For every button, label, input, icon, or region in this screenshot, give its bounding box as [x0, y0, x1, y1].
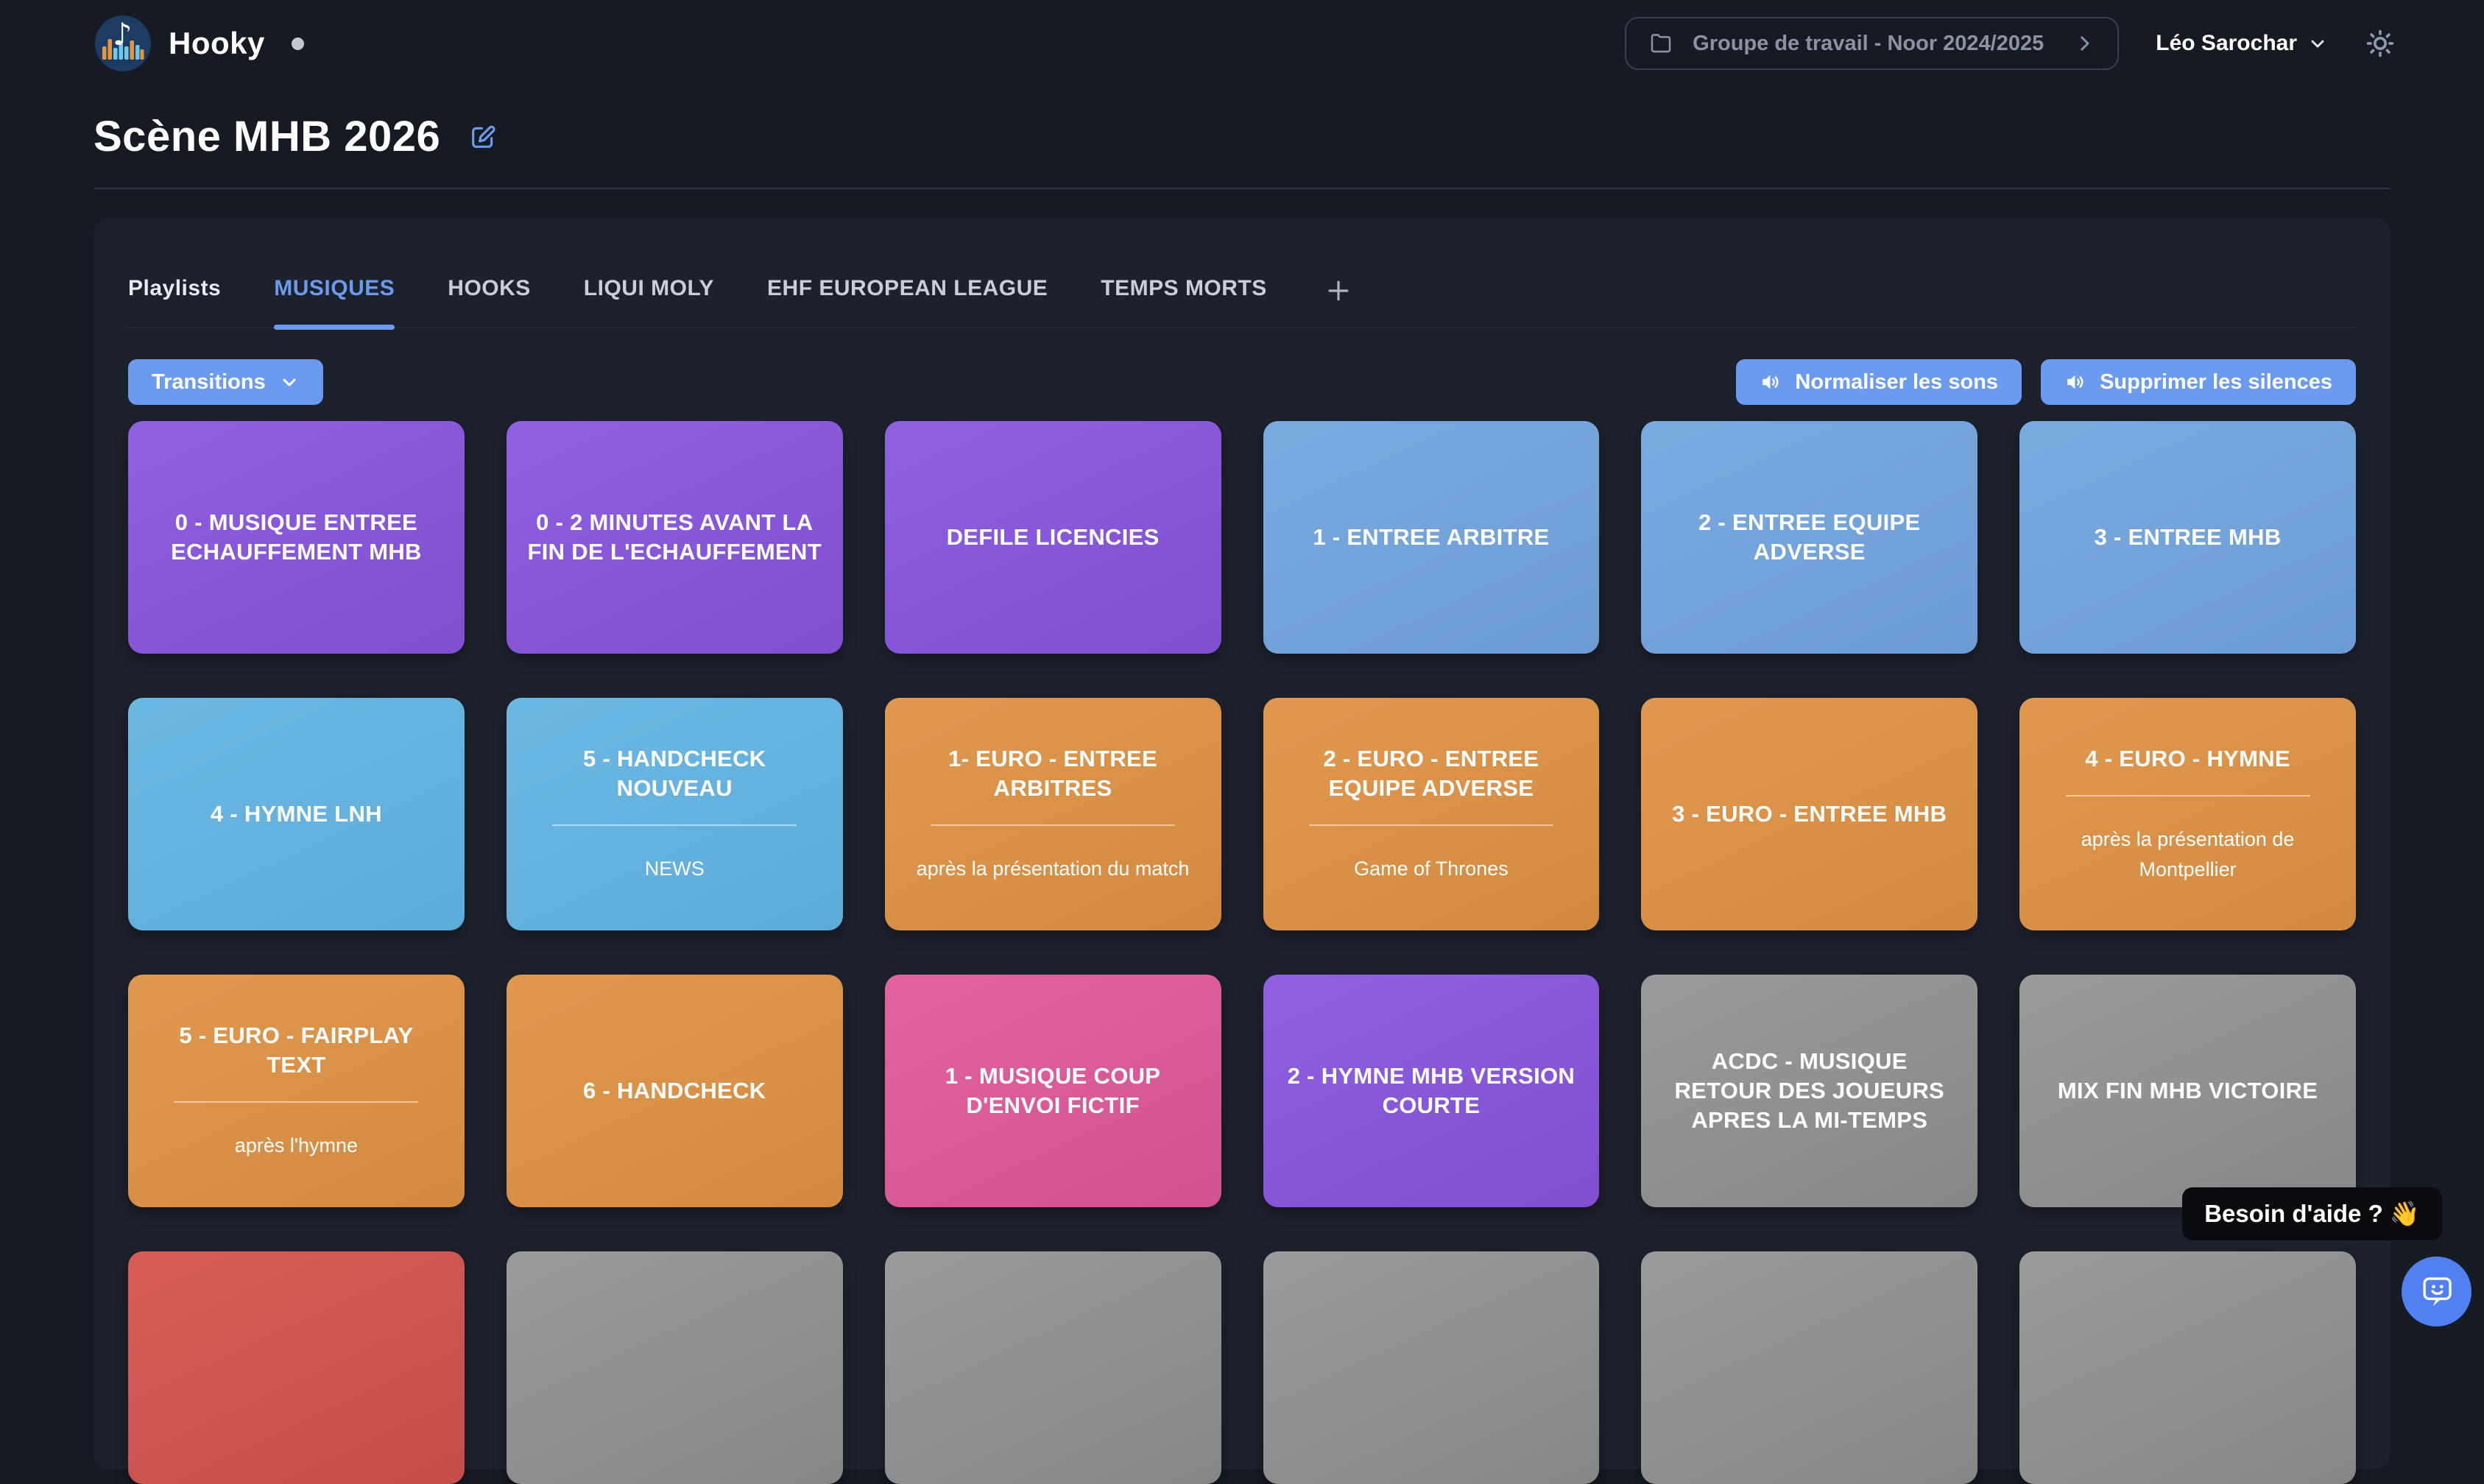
tile-title: 5 - HANDCHECK NOUVEAU — [526, 744, 824, 802]
tile-divider — [552, 824, 797, 826]
music-tile[interactable]: 1 - ENTREE ARBITRE — [1263, 421, 1600, 654]
page-title: Scène MHB 2026 — [93, 112, 440, 161]
svg-text:♪: ♪ — [113, 16, 133, 52]
app-name: Hooky — [169, 26, 265, 61]
user-menu[interactable]: Léo Sarochar — [2156, 31, 2328, 56]
music-tile[interactable] — [885, 1251, 1221, 1484]
tile-title: 3 - EURO - ENTREE MHB — [1672, 799, 1947, 829]
remove-silences-button[interactable]: Supprimer les silences — [2041, 359, 2356, 405]
tile-title: MIX FIN MHB VICTOIRE — [2058, 1076, 2318, 1106]
tile-divider — [1309, 824, 1553, 826]
music-tile[interactable]: 1- EURO - ENTREE ARBITRES après la présen… — [885, 698, 1221, 930]
tile-subtitle: après la présentation de Montpellier — [2039, 824, 2337, 884]
tile-divider — [2066, 795, 2310, 796]
tab-ehf-european-league[interactable]: EHF EUROPEAN LEAGUE — [767, 274, 1048, 327]
music-tile[interactable] — [128, 1251, 465, 1484]
music-tile[interactable]: MIX FIN MHB VICTOIRE — [2019, 975, 2356, 1207]
edit-icon — [468, 122, 498, 152]
folder-icon — [1648, 31, 1673, 56]
normalize-sounds-button[interactable]: Normaliser les sons — [1736, 359, 2022, 405]
tab-playlists[interactable]: Playlists — [128, 274, 221, 327]
music-tile[interactable]: 3 - EURO - ENTREE MHB — [1641, 698, 1977, 930]
header-right: Groupe de travail - Noor 2024/2025 Léo S… — [1625, 17, 2396, 70]
music-tile[interactable] — [507, 1251, 843, 1484]
tab-temps-morts[interactable]: TEMPS MORTS — [1101, 274, 1267, 327]
music-tile[interactable]: 5 - EURO - FAIRPLAY TEXT après l'hymne — [128, 975, 465, 1207]
speaker-icon — [1760, 371, 1782, 393]
user-name: Léo Sarochar — [2156, 31, 2297, 56]
playlist-card: Playlists MUSIQUES HOOKS LIQUI MOLY EHF EURO… — [93, 218, 2391, 1469]
header: ♪ Hooky Groupe de travail - Noor 2024/20… — [0, 0, 2484, 87]
music-tile[interactable]: 2 - HYMNE MHB VERSION COURTE — [1263, 975, 1600, 1207]
music-tile[interactable]: 3 - ENTREE MHB — [2019, 421, 2356, 654]
help-tooltip: Besoin d'aide ? 👋 — [2182, 1187, 2442, 1240]
tile-subtitle: après la présentation du match — [917, 854, 1190, 884]
transitions-label: Transitions — [152, 370, 266, 395]
tabs: Playlists MUSIQUES HOOKS LIQUI MOLY EHF EURO… — [128, 218, 2356, 328]
transitions-button[interactable]: Transitions — [128, 359, 323, 405]
tile-title: 5 - EURO - FAIRPLAY TEXT — [147, 1021, 445, 1079]
title-divider — [93, 188, 2391, 189]
workgroup-label: Groupe de travail - Noor 2024/2025 — [1693, 32, 2044, 56]
tile-title: 2 - EURO - ENTREE EQUIPE ADVERSE — [1282, 744, 1581, 802]
tile-subtitle: NEWS — [645, 854, 705, 884]
tile-title: 2 - ENTREE EQUIPE ADVERSE — [1660, 508, 1958, 566]
music-tile[interactable] — [2019, 1251, 2356, 1484]
presence-dot — [292, 38, 304, 50]
music-tile[interactable]: 0 - 2 MINUTES AVANT LA FIN DE L'ECHAUFFE… — [507, 421, 843, 654]
music-tile[interactable]: 4 - EURO - HYMNE après la présentation de… — [2019, 698, 2356, 930]
tile-title: 1 - ENTREE ARBITRE — [1313, 523, 1549, 552]
title-row: Scène MHB 2026 — [93, 112, 2484, 161]
music-tile[interactable]: 5 - HANDCHECK NOUVEAU NEWS — [507, 698, 843, 930]
toolbar-right: Normaliser les sons Supprimer les silenc… — [1736, 359, 2356, 405]
music-tile-grid: 0 - MUSIQUE ENTREE ECHAUFFEMENT MHB 0 - 2… — [128, 421, 2356, 1484]
tab-liqui-moly[interactable]: LIQUI MOLY — [584, 274, 714, 327]
app-root: { "header": { "app_name": "Hooky", "work… — [0, 0, 2484, 1347]
normalize-label: Normaliser les sons — [1795, 370, 1998, 395]
tile-divider — [931, 824, 1175, 826]
tile-title: 4 - EURO - HYMNE — [2085, 744, 2290, 774]
add-tab-button[interactable] — [1324, 277, 1352, 327]
tab-hooks[interactable]: HOOKS — [448, 274, 531, 327]
music-tile[interactable]: 0 - MUSIQUE ENTREE ECHAUFFEMENT MHB — [128, 421, 465, 654]
tile-subtitle: Game of Thrones — [1354, 854, 1509, 884]
chevron-down-icon — [2307, 33, 2328, 54]
chevron-right-icon — [2073, 32, 2095, 54]
hooky-logo-icon: ♪ — [93, 14, 152, 73]
tile-title: 1 - MUSIQUE COUP D'ENVOI FICTIF — [904, 1061, 1202, 1120]
music-tile[interactable]: 4 - HYMNE LNH — [128, 698, 465, 930]
tile-title: 6 - HANDCHECK — [583, 1076, 766, 1106]
edit-title-button[interactable] — [468, 122, 498, 152]
chevron-down-icon — [279, 372, 300, 392]
music-tile[interactable]: DEFILE LICENCIES — [885, 421, 1221, 654]
music-tile[interactable]: 6 - HANDCHECK — [507, 975, 843, 1207]
tile-title: 0 - MUSIQUE ENTREE ECHAUFFEMENT MHB — [147, 508, 445, 566]
remove-silences-label: Supprimer les silences — [2100, 370, 2332, 395]
workgroup-selector-button[interactable]: Groupe de travail - Noor 2024/2025 — [1625, 17, 2119, 70]
theme-toggle-button[interactable] — [2365, 28, 2396, 59]
music-tile[interactable]: ACDC - MUSIQUE RETOUR DES JOUEURS APRES … — [1641, 975, 1977, 1207]
tile-divider — [174, 1101, 418, 1103]
plus-icon — [1324, 277, 1352, 305]
tile-title: 2 - HYMNE MHB VERSION COURTE — [1282, 1061, 1581, 1120]
tile-title: 4 - HYMNE LNH — [211, 799, 382, 829]
tile-subtitle: après l'hymne — [235, 1131, 358, 1161]
music-tile[interactable] — [1263, 1251, 1600, 1484]
music-tile[interactable] — [1641, 1251, 1977, 1484]
music-tile[interactable]: 2 - EURO - ENTREE EQUIPE ADVERSE Game of … — [1263, 698, 1600, 930]
chat-fab-button[interactable] — [2402, 1257, 2471, 1326]
sun-icon — [2365, 28, 2396, 59]
toolbar: Transitions Normaliser les sons — [128, 359, 2356, 405]
music-tile[interactable]: 2 - ENTREE EQUIPE ADVERSE — [1641, 421, 1977, 654]
tile-title: ACDC - MUSIQUE RETOUR DES JOUEURS APRES … — [1660, 1047, 1958, 1134]
tab-musiques[interactable]: MUSIQUES — [274, 274, 395, 327]
tile-title: DEFILE LICENCIES — [947, 523, 1160, 552]
speaker-icon — [2064, 371, 2086, 393]
chat-smiley-icon — [2417, 1272, 2457, 1312]
music-tile[interactable]: 1 - MUSIQUE COUP D'ENVOI FICTIF — [885, 975, 1221, 1207]
tile-title: 1- EURO - ENTREE ARBITRES — [904, 744, 1202, 802]
brand[interactable]: ♪ Hooky — [93, 14, 304, 73]
tile-title: 3 - ENTREE MHB — [2095, 523, 2282, 552]
tile-title: 0 - 2 MINUTES AVANT LA FIN DE L'ECHAUFFE… — [526, 508, 824, 566]
